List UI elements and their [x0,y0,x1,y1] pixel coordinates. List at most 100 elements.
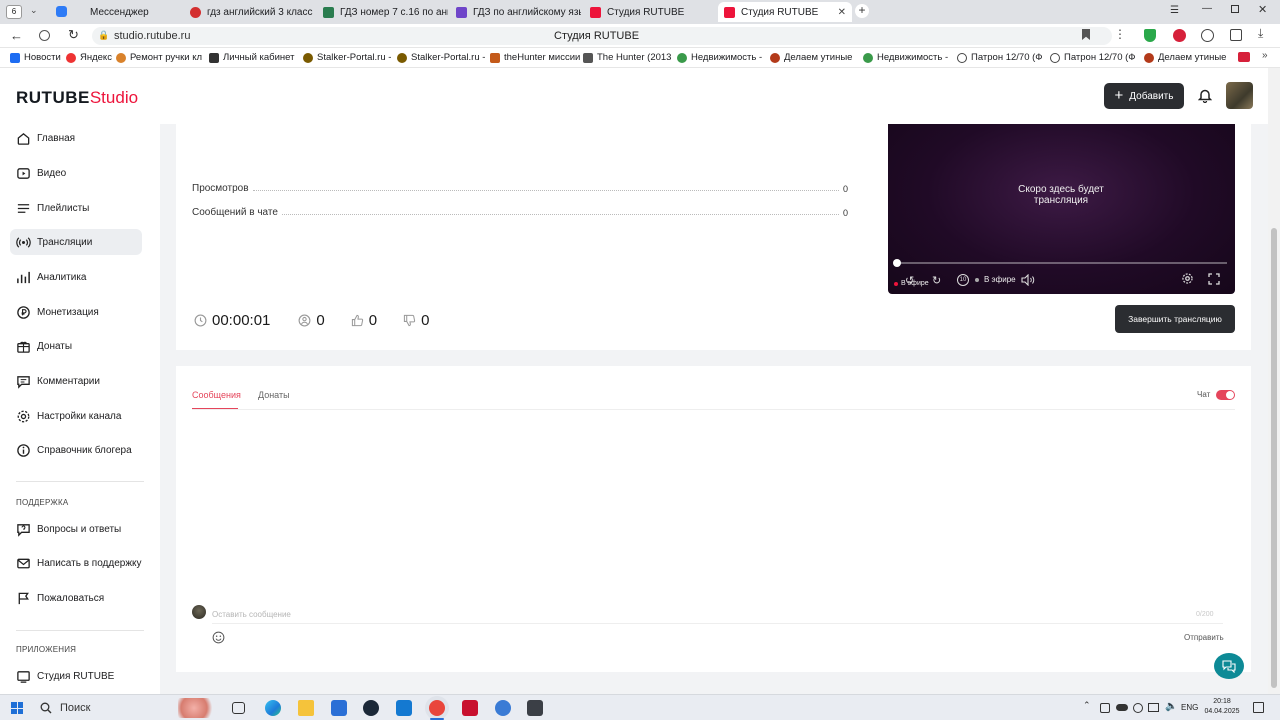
help-chat-button[interactable] [1214,653,1244,679]
player-settings-icon[interactable] [1181,272,1194,285]
tab-gdz-1[interactable]: гдз английский 3 класс 2 [190,2,315,22]
send-button[interactable]: Отправить [1184,633,1224,642]
rewind-forward-icon[interactable]: ↻ [932,274,941,287]
mail-app-icon[interactable] [396,700,412,716]
rutube-studio-logo[interactable]: RUTUBEStudio [16,88,138,108]
avatar[interactable] [1226,82,1253,109]
tray-icon[interactable] [1100,703,1110,713]
bookmark-item[interactable]: Недвижимость - [863,52,948,63]
windows-start-icon[interactable] [11,702,23,714]
emoji-picker-icon[interactable] [212,631,225,644]
media-extension-icon[interactable] [1201,29,1214,42]
bookmark-item[interactable]: Яндекс [66,52,112,63]
adblock-extension-icon[interactable] [1173,29,1186,42]
volume-tray-icon[interactable]: 🔈 [1165,701,1177,712]
scrollbar-thumb[interactable] [1271,228,1277,688]
bookmark-item[interactable]: theHunter миссии [490,52,580,63]
clock[interactable]: 20:18 04.04.2025 [1200,697,1244,717]
store-icon[interactable] [331,700,347,716]
tab-rutube-studio-active[interactable]: Студия RUTUBE ✕ [718,2,852,22]
chat-message-input[interactable] [212,606,1223,624]
bookmark-item[interactable]: Патрон 12/70 (Ф [1050,52,1136,63]
tab-messenger[interactable]: Мессенджер [90,2,180,22]
app-dark-icon[interactable] [527,700,543,716]
bookmark-item[interactable]: Делаем утиные [770,52,852,63]
sidebar-item-video[interactable]: Видео [10,160,142,186]
sidebar-item-playlists[interactable]: Плейлисты [10,195,142,221]
bookmark-item[interactable]: Недвижимость - [677,52,762,63]
sidebar-item-channel-settings[interactable]: Настройки канала [10,403,142,429]
download-icon[interactable]: ⤓ [1258,26,1263,41]
notifications-bell-icon[interactable] [1198,88,1212,103]
chat-toggle-switch[interactable] [1216,390,1235,400]
sidebar-item-report[interactable]: Пожаловаться [10,585,142,611]
shield-extension-icon[interactable] [1144,29,1156,42]
tray-icon[interactable] [1133,703,1143,713]
sidebar-item-monetization[interactable]: Монетизация [10,299,142,325]
player-progress-track[interactable] [896,262,1227,264]
back-icon[interactable]: ← [10,28,23,43]
tab-list-chevron-icon[interactable]: ⌄ [30,5,38,16]
edge-icon[interactable] [265,700,281,716]
minimize-icon[interactable]: — [1202,3,1212,14]
bookmarks-overflow-icon[interactable]: » [1262,50,1268,61]
tab-messages[interactable]: Сообщения [192,390,241,400]
close-window-icon[interactable]: ✕ [1258,3,1267,16]
sidebar-item-broadcasts[interactable]: Трансляции [10,229,142,255]
bookmark-item[interactable]: Stalker-Portal.ru - [397,52,485,63]
player-progress-handle[interactable] [893,259,901,267]
live-label: В эфире [901,280,929,287]
sidebar-item-studio-app[interactable]: Студия RUTUBE [10,663,142,689]
messenger-icon[interactable] [56,6,67,17]
reload-icon[interactable]: ↻ [68,27,79,43]
tab-gdz-3[interactable]: ГДЗ по английскому язы [456,2,581,22]
rewind-10-icon[interactable]: 10 [957,274,969,286]
bookmark-item[interactable]: Делаем утиные [1144,52,1226,63]
tab-rutube-studio-1[interactable]: Студия RUTUBE [590,2,715,22]
bookmark-item[interactable]: Ремонт ручки кл [116,52,202,63]
page-scrollbar[interactable] [1268,68,1280,694]
app-blue-icon[interactable] [495,700,511,716]
fullscreen-icon[interactable] [1208,273,1220,285]
new-tab-icon[interactable]: + [855,4,869,18]
language-indicator[interactable]: ENG [1181,703,1198,712]
restore-icon[interactable] [1231,5,1239,13]
app-red-icon[interactable] [462,700,478,716]
sidebar-item-home[interactable]: Главная [10,125,142,151]
collections-icon[interactable] [1230,29,1242,41]
bookmark-item[interactable]: Патрон 12/70 (Ф [957,52,1043,63]
add-button[interactable]: + Добавить [1104,83,1184,109]
sidebar-item-blogger-guide[interactable]: Справочник блогера [10,437,142,463]
tab-donations[interactable]: Донаты [258,390,290,400]
menu-icon[interactable]: ☰ [1170,5,1179,16]
end-broadcast-button[interactable]: Завершить трансляцию [1115,305,1235,333]
live-status-control[interactable]: В эфире [975,275,1016,284]
task-view-icon[interactable] [232,702,245,714]
close-tab-icon[interactable]: ✕ [838,7,846,18]
video-player[interactable]: Скоро здесь будет трансляция ↺ В эфире ↻… [888,124,1235,294]
yandex-browser-icon[interactable] [429,700,445,716]
notification-center-icon[interactable] [1253,702,1264,713]
network-icon[interactable] [1148,703,1159,712]
sidebar-item-donations[interactable]: Донаты [10,333,142,359]
bookmark-item[interactable]: Новости [10,52,61,63]
sidebar-item-faq[interactable]: Вопросы и ответы [10,516,142,542]
url-field[interactable]: 🔒 studio.rutube.ru Студия RUTUBE [92,27,1112,45]
sidebar-item-analytics[interactable]: Аналитика [10,264,142,290]
tray-overflow-icon[interactable]: ⌃ [1083,700,1091,711]
steam-icon[interactable] [363,700,379,716]
mail-bookmark-icon[interactable] [1238,52,1250,62]
file-explorer-icon[interactable] [298,700,314,716]
yandex-protect-icon[interactable] [39,30,50,41]
tab-gdz-2[interactable]: ГДЗ номер 7 с.16 по англ [323,2,448,22]
bookmark-item[interactable]: Личный кабинет [209,52,294,63]
tab-counter[interactable]: 6 [6,5,22,19]
more-icon[interactable]: ⋮ [1114,27,1126,41]
volume-icon[interactable] [1021,274,1035,286]
sidebar-item-comments[interactable]: Комментарии [10,368,142,394]
bookmark-icon[interactable] [1082,29,1090,40]
bookmark-item[interactable]: Stalker-Portal.ru - [303,52,391,63]
sidebar-item-contact-support[interactable]: Написать в поддержку [10,550,142,576]
onedrive-icon[interactable] [1116,704,1128,711]
bookmark-item[interactable]: The Hunter (2013 [583,52,671,63]
